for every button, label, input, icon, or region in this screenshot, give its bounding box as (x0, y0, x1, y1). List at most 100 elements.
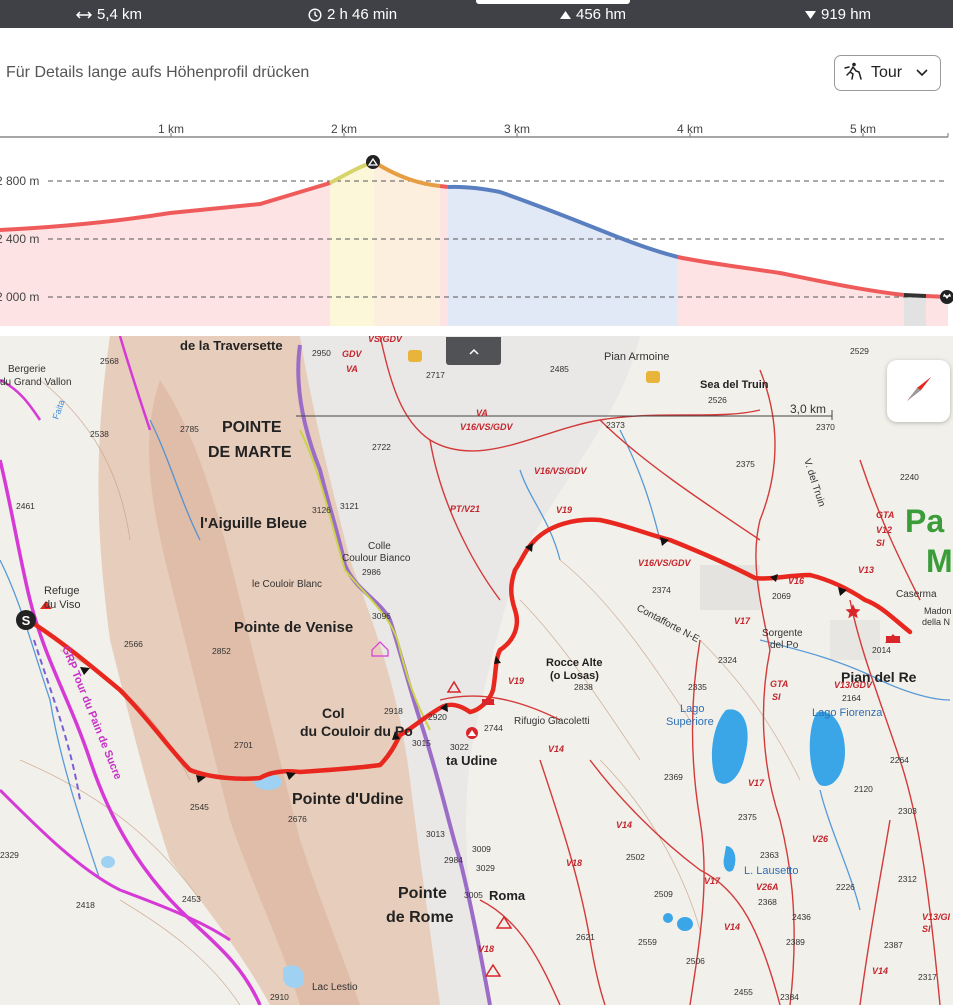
trail-label: V26A (756, 882, 779, 892)
start-marker[interactable]: S (16, 610, 36, 630)
trail-label: V14 (616, 820, 632, 830)
trail-label: GTA (770, 679, 788, 689)
elevation-label: 2744 (484, 723, 503, 733)
elevation-label: 2453 (182, 894, 201, 904)
trail-label: SI (772, 692, 781, 702)
elevation-label: 3029 (476, 863, 495, 873)
elevation-label: 2370 (816, 422, 835, 432)
x-tick-5km: 5 km (850, 122, 876, 136)
x-tick-4km: 4 km (677, 122, 703, 136)
elevation-label: 2701 (234, 740, 253, 750)
elevation-label: 2918 (384, 706, 403, 716)
duration-value: 2 h 46 min (327, 6, 398, 23)
elevation-label: 2069 (772, 591, 791, 601)
elevation-label: 2436 (792, 912, 811, 922)
elevation-label: 3126 (312, 505, 331, 515)
elevation-profile[interactable]: 1 km 2 km 3 km 4 km 5 km 2 800 m 2 400 m… (0, 116, 953, 328)
distance-icon (76, 10, 92, 20)
elevation-label: 2312 (898, 874, 917, 884)
label-udine: ta Udine (446, 753, 497, 768)
scale-label: 3,0 km (790, 402, 826, 416)
elevation-label: 2389 (786, 937, 805, 947)
tour-select[interactable]: Tour (834, 55, 941, 91)
elevation-label: 2324 (718, 655, 737, 665)
elevation-label: 2722 (372, 442, 391, 452)
ascent-stat: 456 hm (560, 6, 626, 23)
x-tick-3km: 3 km (504, 122, 530, 136)
elevation-label: 2014 (872, 645, 891, 655)
elevation-label: 2852 (212, 646, 231, 656)
trail-label: VA (476, 408, 488, 418)
trail-label: V12 (876, 525, 892, 535)
label-sorgente-1: Sorgente (762, 628, 803, 639)
elevation-label: 2950 (312, 348, 331, 358)
elevation-label: 2369 (664, 772, 683, 782)
descent-value: 919 hm (821, 6, 872, 23)
elevation-label: 2984 (444, 855, 463, 865)
x-tick-2km: 2 km (331, 122, 357, 136)
profile-line-black (903, 293, 927, 298)
map-canvas[interactable]: S 3,0 km de la Traversette POINTE DE MAR… (0, 336, 953, 1005)
trail-label: V19 (508, 676, 524, 686)
label-lago-sup-1: Lago (680, 703, 704, 715)
label-pointe-marte-1: POINTE (222, 419, 282, 436)
sheet-drag-handle[interactable] (476, 0, 630, 4)
topo-map[interactable]: S 3,0 km de la Traversette POINTE DE MAR… (0, 336, 953, 1005)
label-bergerie-1: Bergerie (8, 364, 46, 375)
trail-label: V17 (734, 616, 751, 626)
trail-label: V16/VS/GDV (638, 558, 692, 568)
elevation-label: 2545 (190, 802, 209, 812)
elevation-label: 2164 (842, 693, 861, 703)
tour-select-label: Tour (871, 64, 903, 81)
compass-button[interactable] (887, 360, 950, 422)
label-lac-lestio: Lac Lestio (312, 982, 358, 993)
profile-hint: Für Details lange aufs Höhenprofil drück… (6, 64, 310, 81)
collapse-profile-button[interactable] (446, 337, 501, 365)
elevation-label: 2303 (898, 806, 917, 816)
elevation-label: 2566 (124, 639, 143, 649)
elevation-label: 2838 (574, 682, 593, 692)
trail-label: SI (876, 538, 885, 548)
elevation-label: 2910 (270, 992, 289, 1002)
label-lago-lausetto: L. Lausetto (744, 865, 798, 877)
label-refuge-1: Refuge (44, 585, 79, 597)
label-sea-truin: Sea del Truin (700, 379, 769, 391)
elevation-label: 2502 (626, 852, 645, 862)
trail-label: V16/VS/GDV (460, 422, 514, 432)
label-col-1: Col (322, 705, 345, 721)
trail-label: V19 (556, 505, 572, 515)
elevation-label: 3096 (372, 611, 391, 621)
elevation-label: 2455 (734, 987, 753, 997)
trail-label: V26 (812, 834, 829, 844)
elevation-label: 2920 (428, 712, 447, 722)
ascent-value: 456 hm (576, 6, 627, 23)
triangle-down-icon (805, 10, 816, 19)
stats-bar: 5,4 km 2 h 46 min 456 hm 919 hm (0, 0, 953, 28)
label-traversette: de la Traversette (180, 338, 283, 353)
trail-label: GDV (342, 349, 363, 359)
label-pointe-rome-2: de Rome (386, 909, 454, 926)
compass-icon (905, 375, 933, 408)
trail-label: V16 (788, 576, 805, 586)
y-tick-2800: 2 800 m (0, 174, 39, 188)
tent-icon (466, 727, 478, 739)
trail-label: V16/VS/GDV (534, 466, 588, 476)
triangle-up-icon (560, 10, 571, 19)
elevation-label: 2559 (638, 937, 657, 947)
elevation-label: 2676 (288, 814, 307, 824)
elevation-label: 2317 (918, 972, 937, 982)
elevation-label: 2568 (100, 356, 119, 366)
trail-label: VA (346, 364, 358, 374)
trail-label: SI (922, 924, 931, 934)
label-pointe-udine: Pointe d'Udine (292, 791, 403, 808)
elevation-label: 2226 (836, 882, 855, 892)
elevation-label: 2509 (654, 889, 673, 899)
elevation-label: 3015 (412, 738, 431, 748)
label-rocce-1: Rocce Alte (546, 657, 602, 669)
label-lago-fiorenza: Lago Fiorenza (812, 707, 883, 719)
label-colle-1: Colle (368, 541, 391, 552)
elevation-label: 2418 (76, 900, 95, 910)
label-park-1: Pa (905, 503, 944, 539)
trail-label: V13/GDV (834, 680, 873, 690)
elevation-label: 2485 (550, 364, 569, 374)
